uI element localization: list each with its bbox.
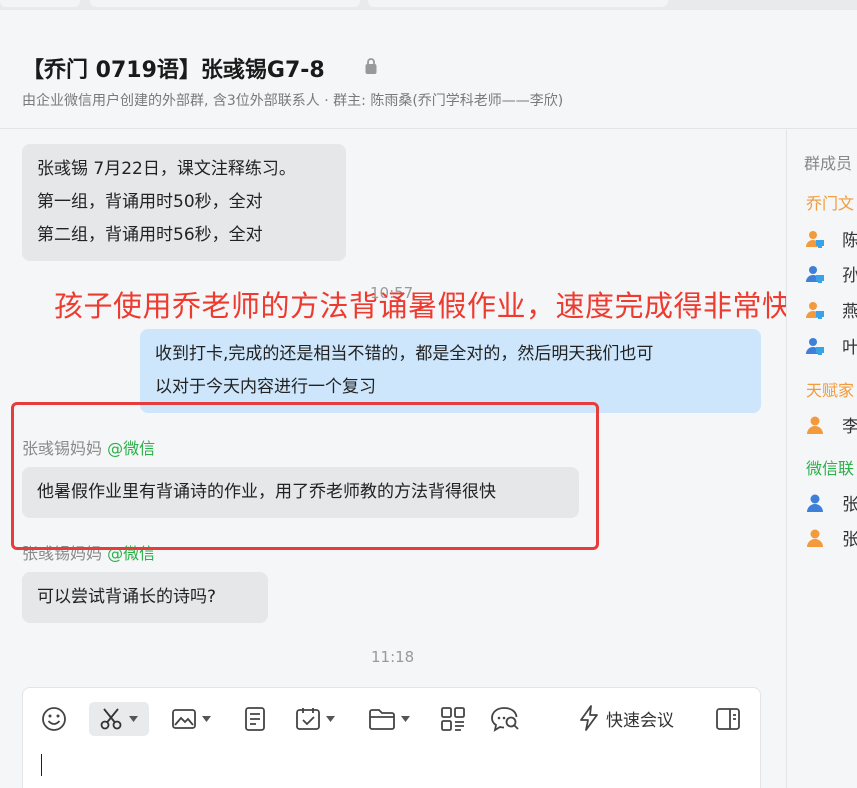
member-item[interactable]: 张 bbox=[805, 490, 857, 515]
chat-subtitle: 由企业微信用户创建的外部群, 含3位外部联系人 · 群主: 陈雨桑(乔门学科老师… bbox=[22, 93, 564, 109]
chat-header: 【乔门 0719语】张彧锡G7-8 由企业微信用户创建的外部群, 含3位外部联系… bbox=[0, 10, 857, 129]
image-button[interactable] bbox=[171, 702, 211, 736]
window-tab[interactable] bbox=[90, 0, 360, 7]
highlight-box bbox=[11, 402, 599, 550]
member-group-label: 乔门文 bbox=[806, 194, 855, 213]
user-enterprise-icon bbox=[806, 301, 824, 319]
image-icon bbox=[172, 709, 196, 729]
member-name: 陈 bbox=[842, 226, 857, 251]
annotation-overlay-text: 孩子使用乔老师的方法背诵暑假作业，速度完成得非常快 bbox=[54, 289, 792, 323]
chevron-down-icon[interactable] bbox=[202, 716, 211, 722]
chat-search-icon bbox=[491, 707, 519, 732]
folder-button[interactable] bbox=[368, 702, 410, 736]
message-bubble[interactable]: 张彧锡 7月22日，课文注释练习。 第一组，背诵用时50秒，全对 第二组，背诵用… bbox=[22, 144, 346, 261]
document-icon bbox=[245, 707, 265, 731]
chat-history-button[interactable] bbox=[490, 702, 520, 736]
member-item[interactable]: 陈 bbox=[805, 226, 857, 251]
schedule-button[interactable] bbox=[295, 702, 335, 736]
sidebar-toggle-button[interactable] bbox=[715, 702, 741, 736]
message-bubble[interactable]: 可以尝试背诵长的诗吗? bbox=[22, 572, 268, 623]
message-bubble-self[interactable]: 收到打卡,完成的还是相当不错的，都是全对的，然后明天我们也可 以对于今天内容进行… bbox=[140, 329, 761, 413]
screenshot-button[interactable] bbox=[89, 702, 149, 736]
member-item[interactable]: 燕 bbox=[805, 297, 857, 322]
chevron-down-icon[interactable] bbox=[401, 716, 410, 722]
apps-grid-icon bbox=[441, 707, 465, 731]
user-icon bbox=[807, 529, 823, 547]
quick-meeting-label: 快速会议 bbox=[606, 710, 674, 731]
user-icon bbox=[807, 416, 823, 434]
user-enterprise-icon bbox=[806, 265, 824, 283]
member-name: 张 bbox=[842, 525, 857, 550]
window-tab[interactable] bbox=[0, 0, 80, 7]
chevron-down-icon[interactable] bbox=[326, 716, 335, 722]
timestamp: 11:18 bbox=[371, 648, 415, 666]
document-button[interactable] bbox=[242, 702, 268, 736]
member-item[interactable]: 张 bbox=[805, 525, 857, 550]
member-group-label: 微信联 bbox=[806, 459, 855, 478]
member-group-label: 天赋家 bbox=[806, 381, 855, 400]
member-sidebar-title: 群成员 bbox=[804, 154, 853, 173]
schedule-icon bbox=[296, 708, 320, 730]
member-name: 叶 bbox=[842, 333, 857, 358]
member-name: 李 bbox=[842, 412, 857, 437]
member-item[interactable]: 叶 bbox=[805, 333, 857, 358]
text-input-cursor[interactable] bbox=[41, 754, 42, 776]
message-line: 张彧锡 7月22日，课文注释练习。 bbox=[37, 159, 296, 179]
user-icon bbox=[807, 494, 823, 512]
screenshot-scissors-icon bbox=[100, 708, 122, 730]
emoji-icon bbox=[42, 707, 66, 731]
chevron-down-icon[interactable] bbox=[129, 716, 138, 722]
lock-icon bbox=[365, 58, 377, 74]
lightning-icon bbox=[580, 705, 598, 731]
user-enterprise-icon bbox=[806, 337, 824, 355]
message-line: 以对于今天内容进行一个复习 bbox=[155, 377, 376, 397]
member-item[interactable]: 李 bbox=[805, 412, 857, 437]
window-tab[interactable] bbox=[368, 0, 668, 7]
member-item[interactable]: 孙 bbox=[805, 261, 857, 286]
member-name: 燕 bbox=[842, 297, 857, 322]
message-line: 第二组，背诵用时56秒，全对 bbox=[37, 225, 263, 245]
message-line: 收到打卡,完成的还是相当不错的，都是全对的，然后明天我们也可 bbox=[155, 344, 654, 364]
message-text: 可以尝试背诵长的诗吗? bbox=[37, 587, 217, 607]
user-enterprise-icon bbox=[806, 230, 824, 248]
folder-icon bbox=[369, 709, 395, 730]
emoji-button[interactable] bbox=[40, 702, 68, 736]
member-sidebar: 群成员 乔门文 陈 孙 燕 叶 天赋家 李 微信联 bbox=[786, 130, 857, 788]
member-name: 孙 bbox=[842, 261, 857, 286]
sidebar-toggle-icon bbox=[716, 708, 740, 730]
window-tab-strip bbox=[0, 0, 857, 10]
message-line: 第一组，背诵用时50秒，全对 bbox=[37, 192, 263, 212]
member-name: 张 bbox=[842, 490, 857, 515]
chat-title: 【乔门 0719语】张彧锡G7-8 bbox=[22, 58, 325, 83]
quick-meeting-button[interactable]: 快速会议 bbox=[578, 705, 674, 731]
message-composer[interactable]: 快速会议 bbox=[22, 687, 761, 788]
apps-button[interactable] bbox=[440, 702, 466, 736]
